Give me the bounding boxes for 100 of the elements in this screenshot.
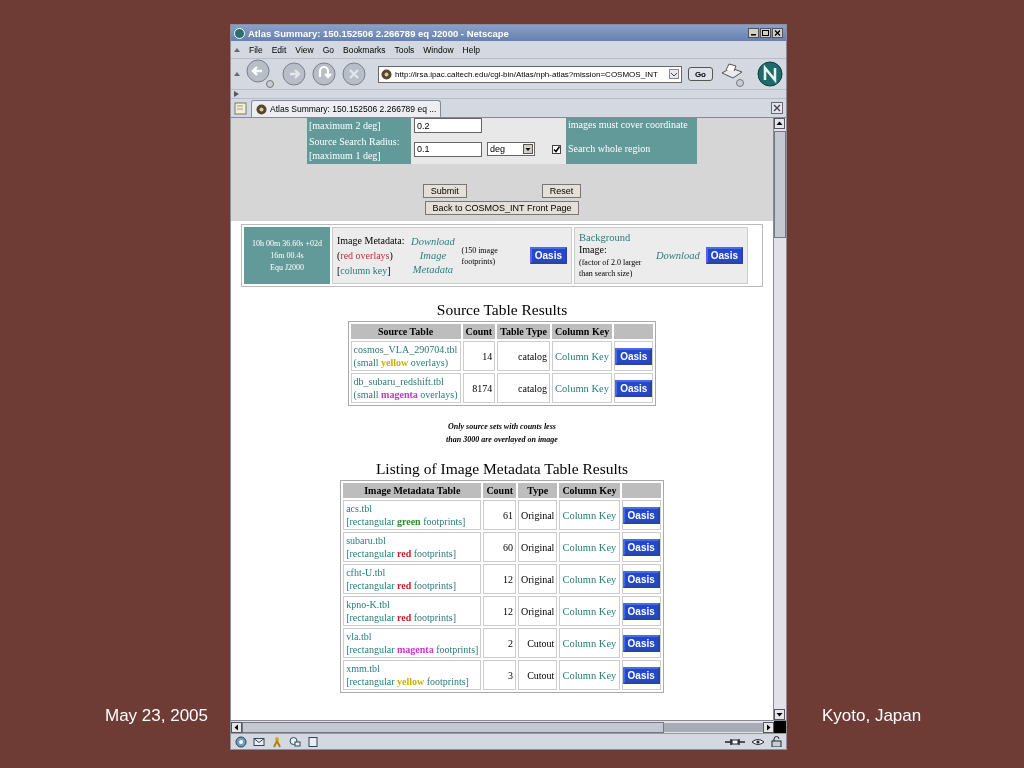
navigator-icon[interactable] <box>235 735 247 748</box>
radius-field[interactable]: 0.1 <box>414 141 482 157</box>
column-key-link[interactable]: Column Key <box>559 500 620 530</box>
minimize-button[interactable] <box>748 28 759 38</box>
scroll-thumb[interactable] <box>774 131 786 238</box>
footprints-note: (150 image footprints) <box>461 244 499 267</box>
oasis-button[interactable]: Oasis <box>615 379 653 397</box>
count-cell: 60 <box>483 532 517 562</box>
chat-icon[interactable] <box>289 735 301 748</box>
column-header <box>614 324 654 339</box>
menu-item[interactable]: Tools <box>394 44 415 55</box>
column-key-link[interactable]: Column Key <box>559 660 620 690</box>
reset-button[interactable]: Reset <box>541 184 582 198</box>
column-key-link[interactable]: Column Key <box>551 341 613 371</box>
stop-button[interactable] <box>342 62 366 86</box>
close-button[interactable] <box>772 28 783 38</box>
table-link[interactable]: db_subaru_redshift.tbl <box>353 375 458 388</box>
table-link[interactable]: subaru.tbl <box>346 534 479 547</box>
column-key-link[interactable]: Column Key <box>559 564 620 594</box>
overlay-description: [rectangular magenta footprints] <box>346 643 479 656</box>
table-link[interactable]: cosmos_VLA_290704.tbl <box>353 343 458 356</box>
table-link[interactable]: cfht-U.tbl <box>346 566 479 579</box>
menu-item[interactable]: File <box>249 44 263 55</box>
column-key-link[interactable]: Column Key <box>551 373 613 403</box>
oasis-button[interactable]: Oasis <box>615 347 653 365</box>
download-link[interactable]: Download <box>656 248 700 263</box>
column-key-link[interactable]: [column key] <box>337 263 405 278</box>
table-link[interactable]: acs.tbl <box>346 502 479 515</box>
mail-icon[interactable] <box>253 735 265 748</box>
reload-button[interactable] <box>312 62 336 86</box>
dropdown-icon <box>523 144 533 154</box>
menu-item[interactable]: View <box>295 44 314 55</box>
table-link[interactable]: xmm.tbl <box>346 662 479 675</box>
menu-item[interactable]: Help <box>462 44 481 55</box>
oasis-button[interactable]: Oasis <box>705 247 743 264</box>
count-cell: 8174 <box>462 373 496 403</box>
oasis-button[interactable]: Oasis <box>622 602 660 620</box>
column-key-link[interactable]: Column Key <box>559 628 620 658</box>
oasis-button[interactable]: Oasis <box>529 247 567 264</box>
maximize-button[interactable] <box>760 28 771 38</box>
back-button[interactable] <box>246 59 276 89</box>
count-cell: 14 <box>462 341 496 371</box>
field-label: Source Search Radius: [maximum 1 deg] <box>307 134 411 164</box>
slide-location: Kyoto, Japan <box>822 706 922 726</box>
type-cell: Original <box>518 532 558 562</box>
oasis-button[interactable]: Oasis <box>622 666 660 684</box>
column-header: Type <box>518 483 558 498</box>
column-header: Column Key <box>551 324 613 339</box>
table-link[interactable]: vla.tbl <box>346 630 479 643</box>
scroll-thumb[interactable] <box>242 721 664 733</box>
type-cell: Original <box>518 564 558 594</box>
menu-item[interactable]: Edit <box>271 44 287 55</box>
image-label: Image: <box>579 243 608 257</box>
page-icon[interactable] <box>307 735 319 748</box>
overlay-description: (small magenta overlays) <box>353 388 458 401</box>
radius-field[interactable]: 0.2 <box>414 118 482 133</box>
window-title: Atlas Summary: 150.152506 2.266789 eq J2000 - Netscape <box>248 27 510 39</box>
menu-item[interactable]: Bookmarks <box>343 44 386 55</box>
type-cell: Cutout <box>518 628 558 658</box>
checkbox[interactable] <box>552 144 561 154</box>
oasis-button[interactable]: Oasis <box>622 634 660 652</box>
table-link[interactable]: kpno-K.tbl <box>346 598 479 611</box>
oasis-button[interactable]: Oasis <box>622 570 660 588</box>
oasis-button[interactable]: Oasis <box>622 538 660 556</box>
horizontal-scrollbar[interactable] <box>231 720 786 733</box>
browser-tab[interactable]: Atlas Summary: 150.152506 2.266789 eq ... <box>251 100 442 117</box>
vertical-scrollbar[interactable] <box>773 118 786 720</box>
scrollbar-corner <box>774 721 786 733</box>
submit-button[interactable]: Submit <box>422 184 467 198</box>
type-cell: Original <box>518 500 558 530</box>
eye-icon <box>751 736 765 747</box>
go-button[interactable]: Go <box>687 67 713 81</box>
column-key-link[interactable]: Column Key <box>559 596 620 626</box>
back-button[interactable]: Back to COSMOS_INT Front Page <box>424 201 580 215</box>
oasis-button[interactable]: Oasis <box>622 506 660 524</box>
column-header <box>621 483 661 498</box>
download-link[interactable]: Download Image Metadata <box>410 234 456 277</box>
logo-icon[interactable] <box>757 61 783 87</box>
overlay-note: (red overlays) <box>337 248 394 263</box>
menu-item[interactable]: Window <box>423 44 454 55</box>
type-cell: Cutout <box>518 660 558 690</box>
overlay-description: [rectangular red footprints] <box>346 611 457 624</box>
column-header: Source Table <box>350 324 461 339</box>
option-label: images must cover coordinate <box>566 118 697 134</box>
column-key-link[interactable]: Column Key <box>559 532 620 562</box>
app-icon <box>234 27 245 39</box>
unit-dropdown[interactable]: deg <box>487 142 535 156</box>
grip-icon <box>234 46 240 53</box>
overlay-description: [rectangular red footprints] <box>346 579 457 592</box>
metadata-label: Image Metadata: <box>337 233 405 248</box>
address-field[interactable]: http://irsa.ipac.caltech.edu/cgi-bin/Atlas/nph-atlas?mission=COSMOS_INT <box>378 65 682 83</box>
overlay-description: [rectangular green footprints] <box>346 515 467 528</box>
forward-button[interactable] <box>282 62 306 86</box>
background-link[interactable]: Background <box>579 232 650 243</box>
scroll-right-icon <box>763 721 774 733</box>
site-icon <box>256 103 267 115</box>
print-icon[interactable] <box>719 61 745 87</box>
count-cell: 61 <box>483 500 517 530</box>
close-tab-button[interactable] <box>771 102 783 114</box>
menu-item[interactable]: Go <box>322 44 334 55</box>
